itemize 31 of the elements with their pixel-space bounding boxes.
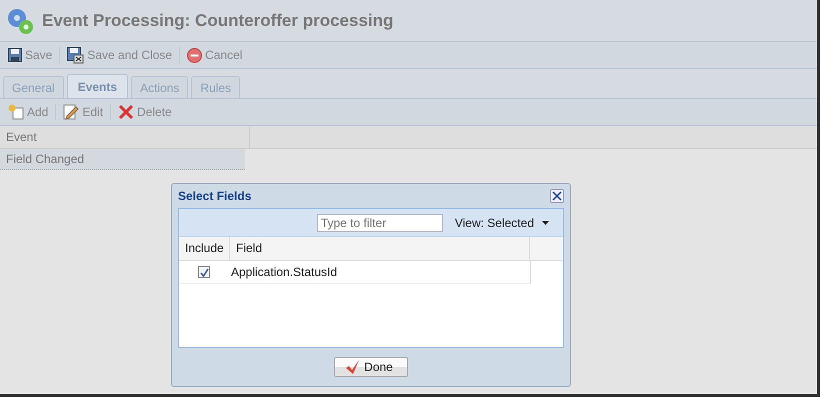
column-header: Event — [0, 126, 250, 148]
table-cell[interactable]: Field Changed — [0, 149, 245, 170]
gears-icon — [6, 6, 34, 34]
view-dropdown[interactable]: View: Selected — [448, 214, 555, 230]
add-document-icon — [8, 104, 24, 120]
close-icon — [552, 191, 562, 201]
column-header: Include — [179, 237, 230, 260]
delete-icon — [118, 104, 134, 120]
cancel-icon — [187, 48, 202, 62]
tab[interactable]: General — [3, 76, 64, 98]
floppy-close-icon — [67, 46, 84, 64]
done-button[interactable]: Done — [334, 357, 408, 377]
toolbar-button[interactable]: Cancel — [183, 48, 246, 62]
toolbar-button[interactable]: Delete — [114, 104, 176, 120]
filter-field[interactable]: Type to filter — [316, 214, 443, 232]
toolbar-button[interactable]: Edit — [59, 104, 108, 120]
caret-icon — [542, 220, 549, 224]
tab[interactable]: Actions — [131, 76, 188, 98]
edit-document-icon — [63, 104, 80, 120]
checkbox[interactable] — [198, 266, 210, 278]
toolbar-button[interactable]: Save — [4, 48, 56, 62]
tab[interactable]: Events — [66, 74, 128, 98]
toolbar-button[interactable]: Save and Close — [63, 46, 176, 64]
toolbar-button[interactable]: Add — [4, 104, 52, 120]
close-button[interactable] — [550, 189, 564, 203]
table-cell: Application.StatusId — [231, 265, 338, 279]
column-header: Field — [230, 237, 530, 260]
window-title: Event Processing: Counteroffer processing — [42, 10, 394, 30]
checkmark-icon — [345, 360, 360, 374]
tab[interactable]: Rules — [191, 76, 240, 98]
dialog-title: Select Fields — [178, 189, 252, 203]
